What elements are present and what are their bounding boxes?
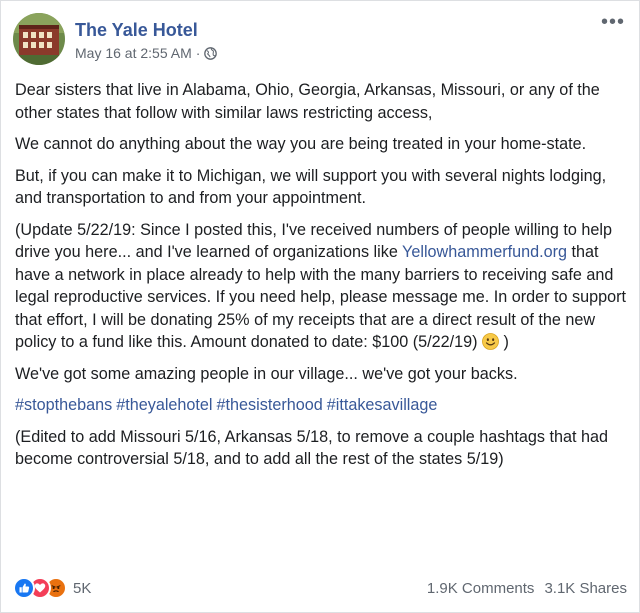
post-timestamp[interactable]: May 16 at 2:55 AM — [75, 44, 192, 62]
hashtag-link[interactable]: #theyalehotel — [116, 396, 212, 414]
hashtag-row: #stopthebans #theyalehotel #thesisterhood #… — [15, 394, 627, 417]
like-icon — [13, 577, 35, 599]
shares-count-link[interactable]: 3.1K Shares — [544, 580, 627, 597]
page-avatar[interactable] — [13, 13, 65, 65]
update-text-end: ) — [499, 333, 509, 351]
post-paragraph: But, if you can make it to Michigan, we … — [15, 166, 607, 208]
facebook-post: The Yale Hotel May 16 at 2:55 AM · ••• D… — [0, 0, 640, 613]
page-name-link[interactable]: The Yale Hotel — [75, 20, 217, 40]
post-paragraph-update: (Update 5/22/19: Since I posted this, I'… — [15, 219, 627, 354]
hashtag-link[interactable]: #ittakesavillage — [327, 396, 438, 414]
post-meta: The Yale Hotel May 16 at 2:55 AM · — [75, 13, 218, 62]
post-header: The Yale Hotel May 16 at 2:55 AM · — [13, 13, 218, 65]
post-paragraph: Dear sisters that live in Alabama, Ohio,… — [15, 81, 600, 122]
smile-emoji-icon — [482, 333, 499, 350]
hashtag-link[interactable]: #thesisterhood — [217, 396, 323, 414]
post-footer: 5K 1.9K Comments 3.1K Shares — [13, 575, 627, 601]
comments-count-link[interactable]: 1.9K Comments — [427, 580, 535, 597]
more-options-icon[interactable]: ••• — [601, 12, 625, 32]
hotel-photo-icon — [13, 13, 65, 65]
post-paragraph: We've got some amazing people in our vil… — [15, 364, 518, 383]
reactions-summary[interactable]: 5K — [13, 577, 91, 599]
engagement-stats: 1.9K Comments 3.1K Shares — [427, 580, 627, 597]
globe-icon[interactable] — [204, 46, 218, 60]
meta-separator: · — [195, 45, 201, 61]
post-paragraph-edit-note: (Edited to add Missouri 5/16, Arkansas 5… — [15, 427, 609, 469]
timestamp-row: May 16 at 2:55 AM · — [75, 44, 218, 62]
post-body: Dear sisters that live in Alabama, Ohio,… — [15, 79, 627, 480]
reaction-count[interactable]: 5K — [73, 580, 91, 597]
post-paragraph: We cannot do anything about the way you … — [15, 135, 587, 153]
yellowhammerfund-link[interactable]: Yellowhammerfund.org — [402, 243, 567, 261]
hashtag-link[interactable]: #stopthebans — [15, 396, 112, 414]
